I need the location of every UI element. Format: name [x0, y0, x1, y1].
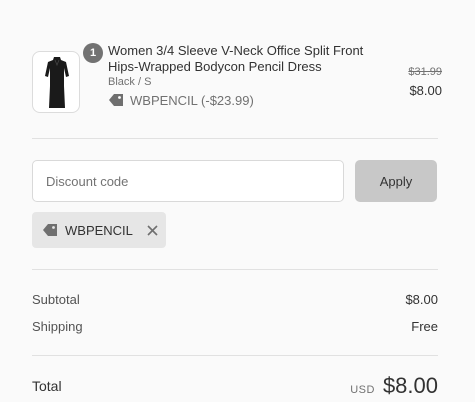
total-row: Total USD $8.00 — [32, 372, 438, 400]
divider — [32, 138, 438, 139]
applied-discount-code: WBPENCIL — [65, 222, 133, 238]
order-summary: 1 Women 3/4 Sleeve V-Neck Office Split F… — [0, 0, 475, 402]
divider — [32, 355, 438, 356]
close-icon[interactable] — [146, 223, 160, 237]
apply-button[interactable]: Apply — [355, 160, 437, 202]
subtotal-row: Subtotal $8.00 — [32, 291, 438, 307]
subtotal-value: $8.00 — [405, 291, 438, 307]
tag-icon — [109, 94, 123, 106]
product-price: $8.00 — [409, 83, 442, 98]
total-label: Total — [32, 378, 62, 394]
black-dress-thumbnail-icon — [45, 57, 69, 108]
product-line-item: 1 Women 3/4 Sleeve V-Neck Office Split F… — [32, 43, 442, 121]
product-discount: WBPENCIL (-$23.99) — [108, 92, 254, 108]
product-discount-label: WBPENCIL (-$23.99) — [130, 92, 254, 108]
shipping-label: Shipping — [32, 318, 83, 334]
product-title: Women 3/4 Sleeve V-Neck Office Split Fro… — [108, 43, 364, 74]
divider — [32, 269, 438, 270]
quantity-badge: 1 — [83, 43, 103, 63]
subtotal-label: Subtotal — [32, 291, 80, 307]
total-price: USD $8.00 — [350, 373, 438, 399]
compare-at-price: $31.99 — [408, 66, 442, 78]
discount-code-input[interactable] — [32, 160, 344, 202]
shipping-row: Shipping Free — [32, 318, 438, 334]
product-thumbnail: 1 — [32, 43, 103, 113]
product-variant: Black / S — [108, 76, 152, 88]
applied-discount-tag: WBPENCIL — [32, 212, 166, 248]
shipping-value: Free — [411, 318, 438, 334]
tag-icon — [43, 224, 57, 236]
currency-code: USD — [350, 384, 375, 396]
total-amount: $8.00 — [382, 373, 438, 398]
